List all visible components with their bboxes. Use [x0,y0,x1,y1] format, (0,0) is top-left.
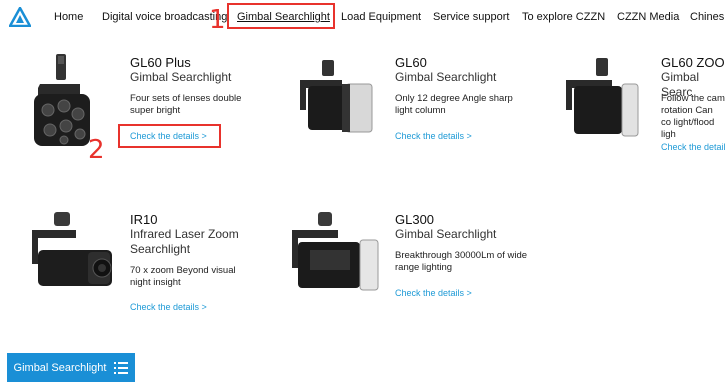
gl60-zoom-product-image[interactable] [556,58,642,138]
nav-item-chinese[interactable]: Chines [690,11,724,23]
check-details-link[interactable]: Check the detail [661,142,725,152]
ir10-product-image[interactable] [24,212,114,292]
product-name: IR10 [130,212,158,227]
list-menu-icon [114,361,129,374]
product-subtitle: Gimbal Searchlight [395,227,497,241]
gl60-plus-product-image[interactable] [30,54,92,150]
check-details-link[interactable]: Check the details > [395,288,472,298]
product-subtitle: Gimbal Searchlight [395,70,497,84]
product-subtitle: Infrared Laser Zoom Searchlight [130,227,239,256]
nav-item-czzn-media[interactable]: CZZN Media [617,11,679,23]
product-name: GL60 ZOOM [661,55,725,70]
product-subtitle: Gimbal Searchlight [130,70,232,84]
czzn-logo-icon[interactable] [9,7,31,27]
product-description: Follow the cam rotation Can co light/flo… [661,93,725,140]
product-description: Only 12 degree Angle sharp light column [395,93,513,116]
check-details-link[interactable]: Check the details > [130,302,207,312]
nav-item-service-support[interactable]: Service support [433,11,509,23]
bottom-button-label: Gimbal Searchlight [13,361,107,374]
check-details-link[interactable]: Check the details > [395,131,472,141]
gl60-product-image[interactable] [292,60,374,135]
gl300-product-image[interactable] [288,212,380,292]
top-nav: Home Digital voice broadcasting Gimbal S… [0,0,725,34]
nav-item-to-explore-czzn[interactable]: To explore CZZN [522,11,605,23]
nav-item-load-equipment[interactable]: Load Equipment [341,11,421,23]
product-description: 70 x zoom Beyond visual night insight [130,265,236,288]
annotation-step-1: 1 [209,5,226,35]
product-description: Breakthrough 30000Lm of wide range light… [395,250,528,273]
check-details-link[interactable]: Check the details > [130,131,207,141]
product-name: GL300 [395,212,435,227]
product-name: GL60 Plus [130,55,191,70]
nav-item-home[interactable]: Home [54,11,83,23]
product-name: GL60 [395,55,427,70]
gimbal-searchlight-menu-button[interactable]: Gimbal Searchlight [7,353,135,382]
product-description: Four sets of lenses double super bright [130,93,242,116]
highlight-box-nav [227,3,335,29]
